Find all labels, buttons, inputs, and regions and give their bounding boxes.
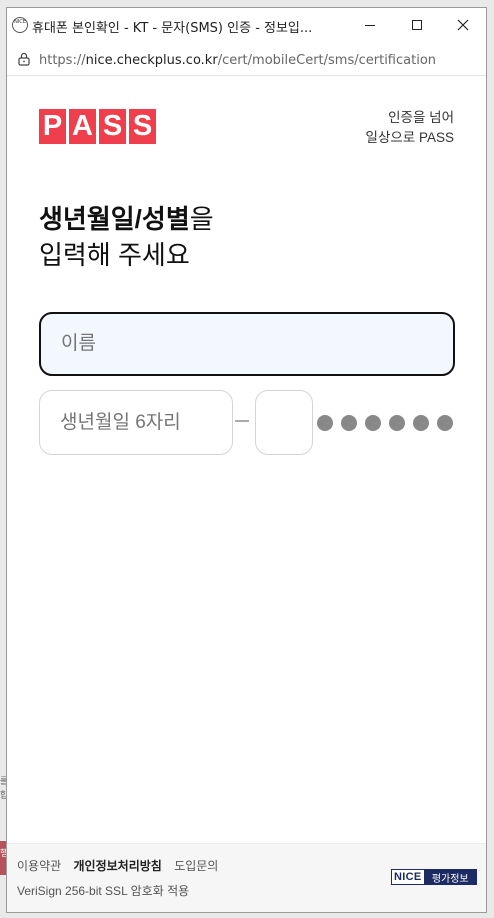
- address-bar: https://nice.checkplus.co.kr/cert/mobile…: [7, 42, 486, 76]
- nice-logo: NICE 평가정보: [391, 869, 477, 885]
- maximize-button[interactable]: [394, 8, 440, 42]
- nice-brand: NICE: [394, 871, 422, 883]
- lock-icon[interactable]: [17, 52, 31, 66]
- logo-letter: S: [99, 109, 126, 144]
- close-icon: [457, 19, 469, 31]
- title-normal: 을: [189, 204, 214, 234]
- separator-dash: [235, 420, 249, 422]
- masked-digit-dot: [365, 415, 381, 431]
- ssl-notice: VeriSign 256-bit SSL 암호화 적용: [17, 884, 190, 898]
- masked-digit-dot: [317, 415, 333, 431]
- title-bar: NICE 휴대폰 본인확인 - KT - 문자(SMS) 인증 - 정보입...: [7, 8, 486, 42]
- logo-letter: S: [129, 109, 156, 144]
- masked-digits: [317, 415, 453, 431]
- pass-tagline: 인증을 넘어 일상으로 PASS: [366, 108, 454, 148]
- title-bold: 생년월일/성별: [39, 204, 190, 234]
- tagline-line: 인증을 넘어: [388, 110, 454, 125]
- masked-digit-dot: [389, 415, 405, 431]
- inquiry-link[interactable]: 도입문의: [174, 859, 218, 873]
- window-title: 휴대폰 본인확인 - KT - 문자(SMS) 인증 - 정보입...: [32, 21, 313, 36]
- url-text[interactable]: https://nice.checkplus.co.kr/cert/mobile…: [39, 53, 436, 68]
- name-input[interactable]: [39, 312, 455, 376]
- pass-logo: P A S S: [39, 109, 156, 144]
- birthdate-input[interactable]: [39, 390, 233, 455]
- privacy-policy-link[interactable]: 개인정보처리방침: [74, 859, 162, 873]
- gender-digit-input[interactable]: [255, 390, 313, 455]
- footer: 이용약관 개인정보처리방침 도입문의 VeriSign 256-bit SSL …: [7, 843, 486, 912]
- nice-sub: 평가정보: [424, 870, 476, 885]
- verification-page: P A S S 인증을 넘어 일상으로 PASS 생년월일/성별을 입력해 주세…: [7, 77, 486, 843]
- logo-letter: A: [69, 109, 96, 144]
- terms-link[interactable]: 이용약관: [17, 859, 61, 873]
- minimize-button[interactable]: [347, 8, 393, 42]
- close-button[interactable]: [440, 8, 486, 42]
- masked-digit-dot: [413, 415, 429, 431]
- title-line2: 입력해 주세요: [39, 240, 190, 270]
- masked-digit-dot: [437, 415, 453, 431]
- nice-app-icon: NICE: [12, 17, 28, 33]
- minimize-icon: [365, 24, 375, 26]
- maximize-icon: [412, 20, 422, 30]
- logo-letter: P: [39, 109, 66, 144]
- footer-links: 이용약관 개인정보처리방침 도입문의: [17, 857, 227, 874]
- popup-window: NICE 휴대폰 본인확인 - KT - 문자(SMS) 인증 - 정보입...…: [6, 7, 487, 913]
- masked-digit-dot: [341, 415, 357, 431]
- tagline-line: 일상으로 PASS: [365, 130, 454, 145]
- page-title: 생년월일/성별을 입력해 주세요: [39, 201, 214, 273]
